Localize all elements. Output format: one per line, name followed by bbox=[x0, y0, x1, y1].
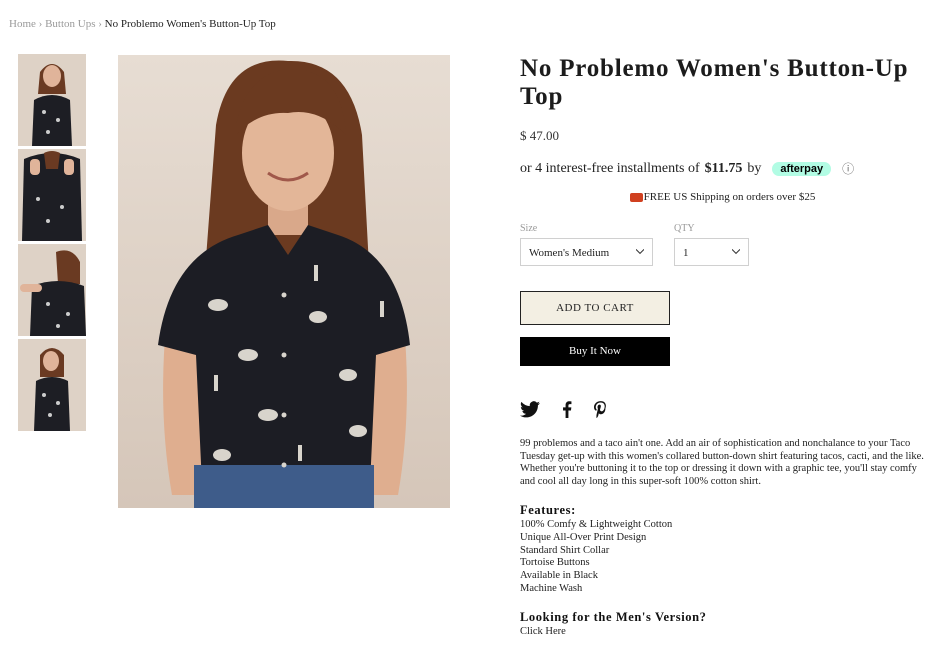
size-select[interactable]: Women's Medium bbox=[520, 238, 653, 266]
feature-item: Machine Wash bbox=[520, 582, 583, 594]
shipping-notice: FREE US Shipping on orders over $25 bbox=[520, 191, 925, 203]
product-title: No Problemo Women's Button-Up Top bbox=[520, 55, 909, 110]
buy-now-button[interactable]: Buy It Now bbox=[520, 337, 670, 366]
product-main-image[interactable] bbox=[118, 55, 450, 508]
truck-icon bbox=[629, 192, 643, 202]
size-label: Size bbox=[520, 223, 538, 234]
breadcrumb-separator: › bbox=[38, 18, 43, 30]
mens-version-link[interactable]: Click Here bbox=[520, 626, 566, 637]
product-price: $ 47.00 bbox=[520, 128, 559, 143]
product-description: 99 problemos and a taco ain't one. Add a… bbox=[520, 438, 924, 487]
qty-select[interactable]: 1 bbox=[674, 238, 749, 266]
breadcrumb-category-link[interactable]: Button Ups bbox=[45, 18, 95, 30]
installment-amount: $11.75 bbox=[704, 161, 743, 176]
qty-value: 1 bbox=[683, 247, 689, 259]
info-icon[interactable]: ⓘ bbox=[842, 163, 854, 175]
chevron-down-icon bbox=[732, 249, 740, 255]
feature-item: 100% Comfy & Lightweight Cotton bbox=[520, 519, 673, 530]
breadcrumb: Home › Button Ups › No Problemo Women's … bbox=[9, 18, 276, 30]
size-value: Women's Medium bbox=[529, 247, 610, 259]
mens-version-heading: Looking for the Men's Version? bbox=[520, 610, 707, 624]
chevron-down-icon bbox=[636, 249, 644, 255]
qty-label: QTY bbox=[674, 223, 695, 234]
add-to-cart-button[interactable]: ADD TO CART bbox=[520, 291, 670, 325]
facebook-icon[interactable] bbox=[562, 401, 572, 418]
feature-item: Standard Shirt Collar bbox=[520, 544, 610, 556]
installments-by: by bbox=[747, 161, 762, 176]
social-share bbox=[520, 401, 607, 418]
feature-item: Tortoise Buttons bbox=[520, 557, 590, 569]
feature-item: Available in Black bbox=[520, 570, 598, 582]
thumbnail-gallery bbox=[18, 54, 86, 434]
product-thumbnail-4[interactable] bbox=[18, 339, 86, 431]
product-thumbnail-3[interactable] bbox=[18, 244, 86, 336]
shipping-text: FREE US Shipping on orders over $25 bbox=[643, 191, 816, 203]
feature-item: Unique All-Over Print Design bbox=[520, 531, 647, 543]
breadcrumb-current: No Problemo Women's Button-Up Top bbox=[104, 18, 276, 30]
breadcrumb-separator: › bbox=[98, 18, 102, 30]
installments-text: or 4 interest-free installments of bbox=[520, 161, 700, 176]
afterpay-logo: afterpay bbox=[772, 162, 832, 176]
breadcrumb-home-link[interactable]: Home bbox=[9, 18, 36, 30]
pinterest-icon[interactable] bbox=[594, 401, 607, 418]
product-info: No Problemo Women's Button-Up Top $ 47.0… bbox=[520, 55, 930, 637]
afterpay-installments: or 4 interest-free installments of $11.7… bbox=[520, 161, 930, 177]
features-list: 100% Comfy & Lightweight Cotton Unique A… bbox=[520, 519, 672, 596]
product-thumbnail-2[interactable] bbox=[18, 149, 86, 241]
features-heading: Features: bbox=[520, 503, 576, 517]
twitter-icon[interactable] bbox=[520, 401, 540, 418]
product-thumbnail-1[interactable] bbox=[18, 54, 86, 146]
